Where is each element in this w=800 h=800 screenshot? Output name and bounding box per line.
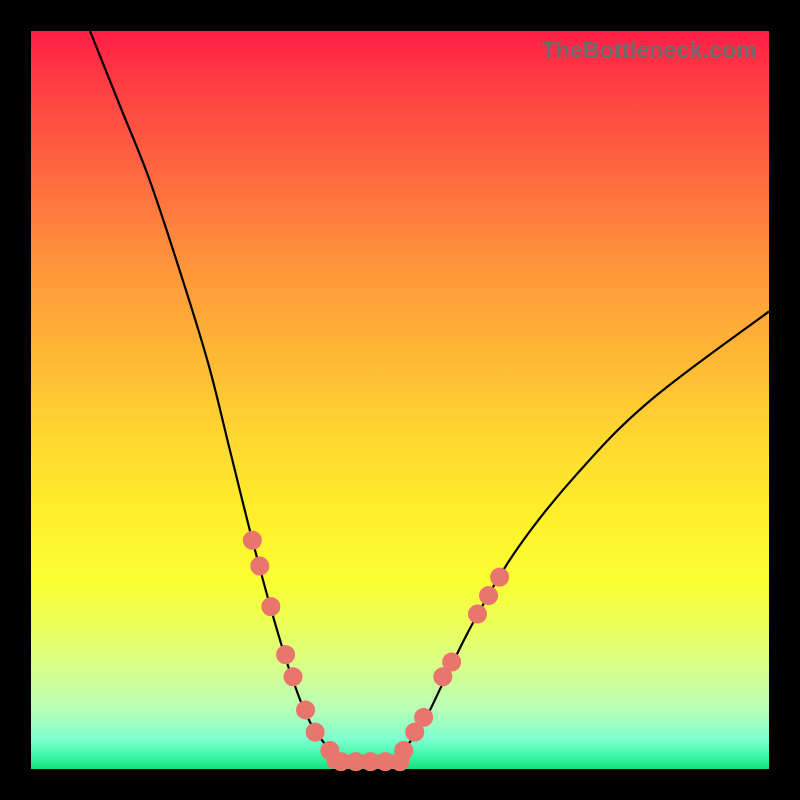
bottleneck-chart	[31, 31, 769, 769]
data-marker	[243, 531, 261, 549]
data-marker	[491, 568, 509, 586]
data-marker	[306, 723, 324, 741]
data-marker	[443, 653, 461, 671]
marker-group	[243, 531, 508, 770]
data-marker	[297, 701, 315, 719]
data-marker	[391, 753, 409, 771]
chart-plot-area: TheBottleneck.com	[31, 31, 769, 769]
chart-frame: TheBottleneck.com	[0, 0, 800, 800]
curve-left	[90, 31, 334, 754]
data-marker	[415, 708, 433, 726]
data-marker	[480, 587, 498, 605]
data-marker	[251, 557, 269, 575]
curve-right	[400, 311, 769, 754]
data-marker	[284, 668, 302, 686]
data-marker	[468, 605, 486, 623]
data-marker	[262, 598, 280, 616]
data-marker	[277, 646, 295, 664]
